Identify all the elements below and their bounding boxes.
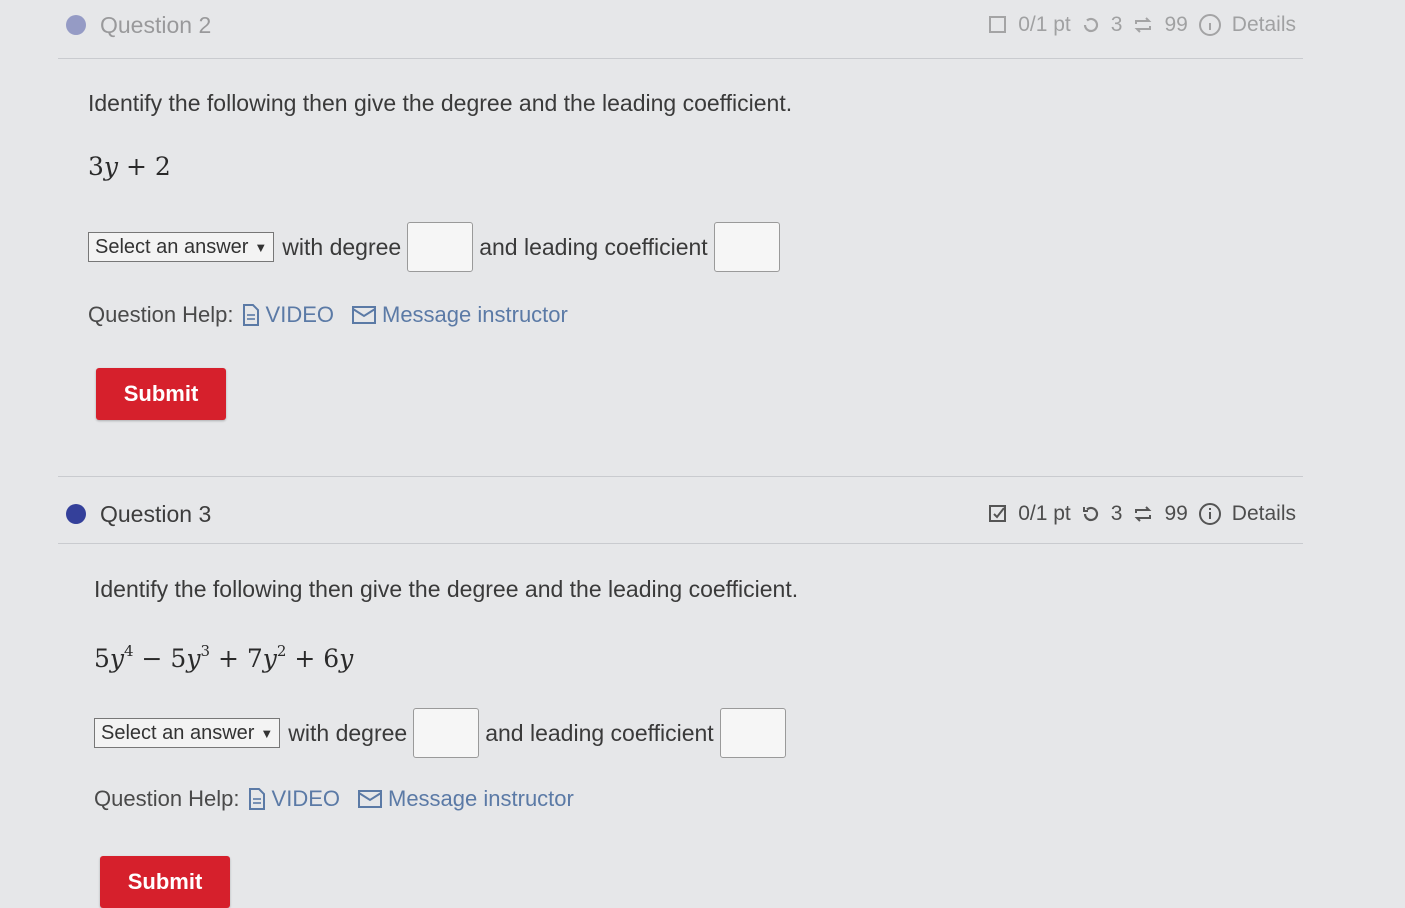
tries-count: 3 [1110, 502, 1123, 525]
question-help-label: Question Help: [88, 302, 234, 327]
info-icon[interactable] [1198, 502, 1222, 526]
divider [58, 58, 1303, 59]
envelope-icon [358, 790, 382, 808]
question-3-title: Question 3 [100, 500, 212, 527]
leading-coefficient-input[interactable] [713, 222, 780, 272]
question-2-prompt: Identify the following then give the deg… [88, 90, 793, 116]
question-3-meta: 0/1 pt 3 99 Details [988, 502, 1296, 526]
question-3-body: Identify the following then give the deg… [94, 576, 1294, 603]
divider [58, 543, 1303, 544]
message-instructor-label: Message instructor [388, 786, 574, 811]
submit-button[interactable]: Submit [96, 368, 226, 420]
question-3-answer-row: Select an answer ▼ with degree and leadi… [94, 708, 1294, 758]
question-2-meta: 0/1 pt 3 99 Details [988, 13, 1296, 37]
info-icon[interactable] [1198, 13, 1222, 37]
question-3-prompt: Identify the following then give the deg… [94, 576, 799, 602]
with-degree-label: with degree [288, 719, 408, 746]
video-link[interactable]: VIDEO [248, 786, 340, 812]
leading-coefficient-input[interactable] [719, 708, 786, 758]
polynomial-type-select[interactable]: Select an answer ▼ [94, 718, 281, 748]
video-link[interactable]: VIDEO [242, 302, 334, 328]
question-3-header: Question 3 0/1 pt 3 99 Details [66, 497, 1296, 531]
question-2-bullet [66, 15, 86, 35]
with-degree-label: with degree [282, 233, 402, 260]
question-3-expression: 5y4 − 5y3 + 7y2 + 6y [94, 642, 354, 673]
document-icon [248, 788, 266, 810]
retry-icon [1081, 15, 1101, 35]
question-help-label: Question Help: [94, 786, 240, 811]
question-2-expression: 3y + 2 [88, 152, 171, 181]
question-2-header: Question 2 0/1 pt 3 99 Details [66, 8, 1296, 42]
video-label: VIDEO [271, 786, 340, 811]
message-instructor-link[interactable]: Message instructor [358, 786, 574, 812]
checkbox-icon [988, 504, 1008, 524]
details-link[interactable]: Details [1232, 13, 1296, 37]
degree-input[interactable] [407, 222, 474, 272]
points-text: 0/1 pt [1018, 13, 1071, 36]
question-2-title: Question 2 [100, 11, 212, 38]
details-link[interactable]: Details [1232, 502, 1296, 526]
repeat-icon [1132, 504, 1154, 524]
question-3-bullet [66, 504, 86, 524]
envelope-icon [352, 306, 376, 324]
question-3-help: Question Help: VIDEO Message instructor [94, 786, 1294, 812]
chevron-down-icon: ▼ [254, 239, 268, 255]
divider [58, 476, 1303, 477]
message-instructor-label: Message instructor [382, 302, 568, 327]
video-label: VIDEO [265, 302, 334, 327]
retries-count: 99 [1164, 502, 1188, 525]
leading-coefficient-label: and leading coefficient [485, 719, 714, 746]
polynomial-type-select[interactable]: Select an answer ▼ [88, 232, 275, 262]
message-instructor-link[interactable]: Message instructor [352, 302, 568, 328]
question-2-answer-row: Select an answer ▼ with degree and leadi… [88, 222, 1288, 272]
checkbox-icon [988, 15, 1008, 35]
leading-coefficient-label: and leading coefficient [479, 233, 708, 260]
submit-button[interactable]: Submit [100, 856, 230, 908]
chevron-down-icon: ▼ [260, 725, 274, 741]
degree-input[interactable] [413, 708, 480, 758]
select-label: Select an answer [101, 721, 255, 744]
tries-count: 3 [1110, 13, 1123, 36]
question-2-body: Identify the following then give the deg… [88, 90, 1288, 117]
retry-icon [1081, 504, 1101, 524]
select-label: Select an answer [95, 235, 249, 258]
points-text: 0/1 pt [1018, 502, 1071, 525]
question-2-help: Question Help: VIDEO Message instructor [88, 302, 1288, 328]
retries-count: 99 [1164, 13, 1188, 36]
document-icon [242, 304, 260, 326]
repeat-icon [1132, 15, 1154, 35]
